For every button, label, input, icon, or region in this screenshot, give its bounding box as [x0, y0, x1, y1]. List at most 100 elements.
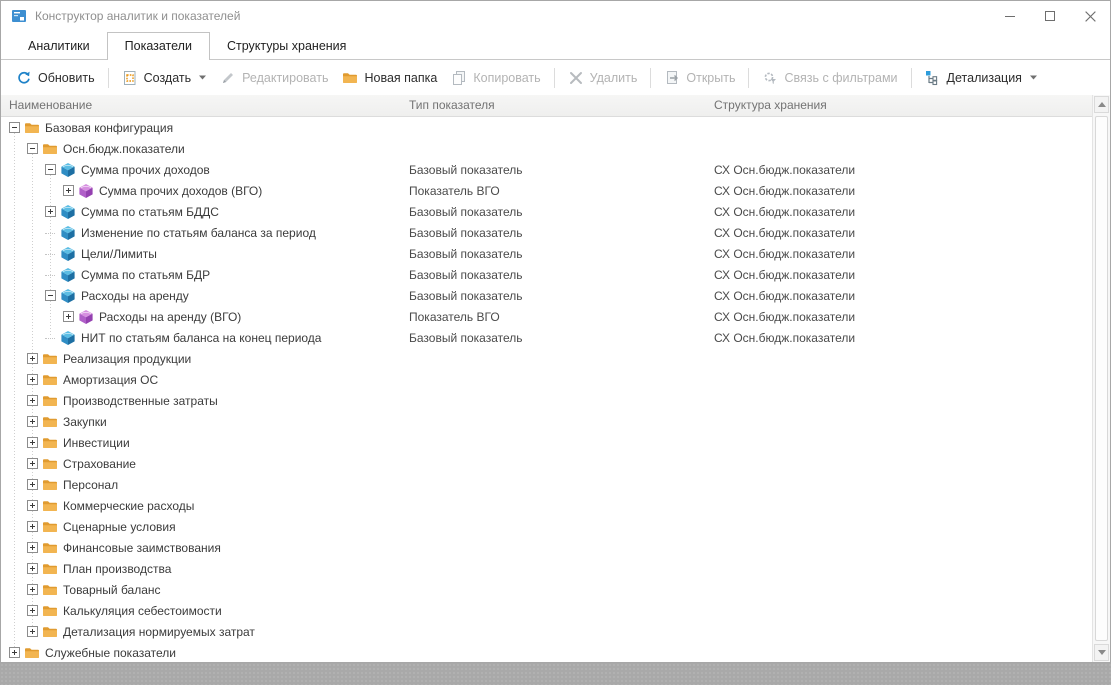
- tab-analytics[interactable]: Аналитики: [11, 34, 107, 59]
- expand-icon[interactable]: [9, 647, 20, 658]
- column-header-name[interactable]: Наименование: [1, 95, 401, 116]
- delete-button[interactable]: Удалить: [561, 66, 645, 90]
- scroll-up-button[interactable]: [1094, 96, 1109, 113]
- table-row[interactable]: Калькуляция себестоимости: [1, 600, 1092, 621]
- table-row[interactable]: Сумма прочих доходов (ВГО) Показатель ВГО…: [1, 180, 1092, 201]
- cell-storage-structure: СХ Осн.бюдж.показатели: [714, 204, 856, 219]
- table-row[interactable]: Базовая конфигурация: [1, 117, 1092, 138]
- expand-icon[interactable]: [27, 521, 38, 532]
- table-row[interactable]: Амортизация ОС: [1, 369, 1092, 390]
- expand-icon[interactable]: [27, 542, 38, 553]
- expand-icon[interactable]: [27, 563, 38, 574]
- table-row[interactable]: Цели/Лимиты Базовый показатель СХ Осн.бюдж…: [1, 243, 1092, 264]
- expand-icon[interactable]: [27, 479, 38, 490]
- table-row[interactable]: Закупки: [1, 411, 1092, 432]
- cell-indicator-type: Базовый показатель: [409, 204, 523, 219]
- maximize-button[interactable]: [1030, 1, 1070, 31]
- table-row[interactable]: Страхование: [1, 453, 1092, 474]
- table-row[interactable]: Реализация продукции: [1, 348, 1092, 369]
- row-label: Сумма прочих доходов: [81, 162, 210, 177]
- table-row[interactable]: Сумма по статьям БДДС Базовый показатель С…: [1, 201, 1092, 222]
- expand-icon[interactable]: [63, 185, 74, 196]
- table-row[interactable]: Расходы на аренду (ВГО) Показатель ВГО СХ …: [1, 306, 1092, 327]
- cell-storage-structure: СХ Осн.бюдж.показатели: [714, 309, 856, 324]
- cell-storage-structure: СХ Осн.бюдж.показатели: [714, 330, 856, 345]
- folder-icon: [42, 519, 58, 535]
- cell-indicator-type: Показатель ВГО: [409, 183, 500, 198]
- copy-button[interactable]: Копировать: [444, 66, 547, 90]
- expand-icon[interactable]: [27, 584, 38, 595]
- tab-bar: Аналитики Показатели Структуры хранения: [1, 31, 1110, 60]
- chevron-down-icon[interactable]: [1029, 75, 1037, 80]
- folder-icon: [42, 624, 58, 640]
- table-row[interactable]: НИТ по статьям баланса на конец периода Б…: [1, 327, 1092, 348]
- folder-icon: [42, 393, 58, 409]
- tab-indicators[interactable]: Показатели: [106, 32, 210, 60]
- create-button[interactable]: Создать: [115, 66, 214, 90]
- collapse-icon[interactable]: [45, 164, 56, 175]
- scroll-down-button[interactable]: [1094, 644, 1109, 661]
- edit-button[interactable]: Редактировать: [213, 66, 335, 90]
- column-header-storage[interactable]: Структура хранения: [706, 95, 1110, 116]
- collapse-icon[interactable]: [45, 290, 56, 301]
- close-button[interactable]: [1070, 1, 1110, 31]
- expand-icon[interactable]: [27, 605, 38, 616]
- table-row[interactable]: Финансовые заимствования: [1, 537, 1092, 558]
- indicator-cube-icon: [60, 288, 76, 304]
- cell-indicator-type: Базовый показатель: [409, 225, 523, 240]
- table-row[interactable]: Детализация нормируемых затрат: [1, 621, 1092, 642]
- new-folder-icon: [342, 70, 358, 86]
- open-button[interactable]: Открыть: [657, 66, 742, 90]
- table-row[interactable]: Инвестиции: [1, 432, 1092, 453]
- detail-button[interactable]: Детализация: [918, 66, 1044, 90]
- table-row[interactable]: Товарный баланс: [1, 579, 1092, 600]
- refresh-button[interactable]: Обновить: [9, 66, 102, 90]
- expand-icon[interactable]: [63, 311, 74, 322]
- table-row[interactable]: Персонал: [1, 474, 1092, 495]
- expand-icon[interactable]: [27, 353, 38, 364]
- expand-icon[interactable]: [27, 626, 38, 637]
- expand-icon[interactable]: [27, 458, 38, 469]
- folder-icon: [42, 414, 58, 430]
- toolbar-button-label: Удалить: [589, 70, 638, 85]
- row-label: Изменение по статьям баланса за период: [81, 225, 316, 240]
- edit-icon: [220, 70, 236, 86]
- row-label: Сценарные условия: [63, 519, 176, 534]
- vertical-scrollbar[interactable]: [1092, 95, 1110, 662]
- table-row[interactable]: Сумма по статьям БДР Базовый показатель СХ…: [1, 264, 1092, 285]
- table-row[interactable]: Изменение по статьям баланса за период Ба…: [1, 222, 1092, 243]
- row-label: Осн.бюдж.показатели: [63, 141, 185, 156]
- column-header-type[interactable]: Тип показателя: [401, 95, 706, 116]
- table-row[interactable]: Служебные показатели: [1, 642, 1092, 662]
- table-row[interactable]: Осн.бюдж.показатели: [1, 138, 1092, 159]
- table-row[interactable]: Коммерческие расходы: [1, 495, 1092, 516]
- cell-storage-structure: СХ Осн.бюдж.показатели: [714, 183, 856, 198]
- expand-icon[interactable]: [27, 500, 38, 511]
- folder-icon: [42, 372, 58, 388]
- new-folder-button[interactable]: Новая папка: [335, 66, 444, 90]
- indicator-vgo-icon: [78, 309, 94, 325]
- delete-icon: [568, 70, 584, 86]
- expand-icon[interactable]: [27, 437, 38, 448]
- scroll-thumb[interactable]: [1095, 116, 1108, 641]
- row-label: Финансовые заимствования: [63, 540, 221, 555]
- expand-icon[interactable]: [27, 374, 38, 385]
- expand-icon[interactable]: [27, 416, 38, 427]
- table-row[interactable]: Сумма прочих доходов Базовый показатель СХ…: [1, 159, 1092, 180]
- table-row[interactable]: Расходы на аренду Базовый показатель СХ Ос…: [1, 285, 1092, 306]
- expand-icon[interactable]: [27, 395, 38, 406]
- filter-link-button[interactable]: Связь с фильтрами: [755, 66, 904, 90]
- folder-icon: [42, 582, 58, 598]
- table-row[interactable]: Сценарные условия: [1, 516, 1092, 537]
- table-row[interactable]: Производственные затраты: [1, 390, 1092, 411]
- collapse-icon[interactable]: [27, 143, 38, 154]
- row-label: Закупки: [63, 414, 107, 429]
- minimize-button[interactable]: [990, 1, 1030, 31]
- chevron-down-icon[interactable]: [199, 75, 207, 80]
- detail-icon: [925, 70, 941, 86]
- folder-icon: [42, 540, 58, 556]
- table-row[interactable]: План производства: [1, 558, 1092, 579]
- tab-storage-structures[interactable]: Структуры хранения: [210, 34, 363, 59]
- expand-icon[interactable]: [45, 206, 56, 217]
- collapse-icon[interactable]: [9, 122, 20, 133]
